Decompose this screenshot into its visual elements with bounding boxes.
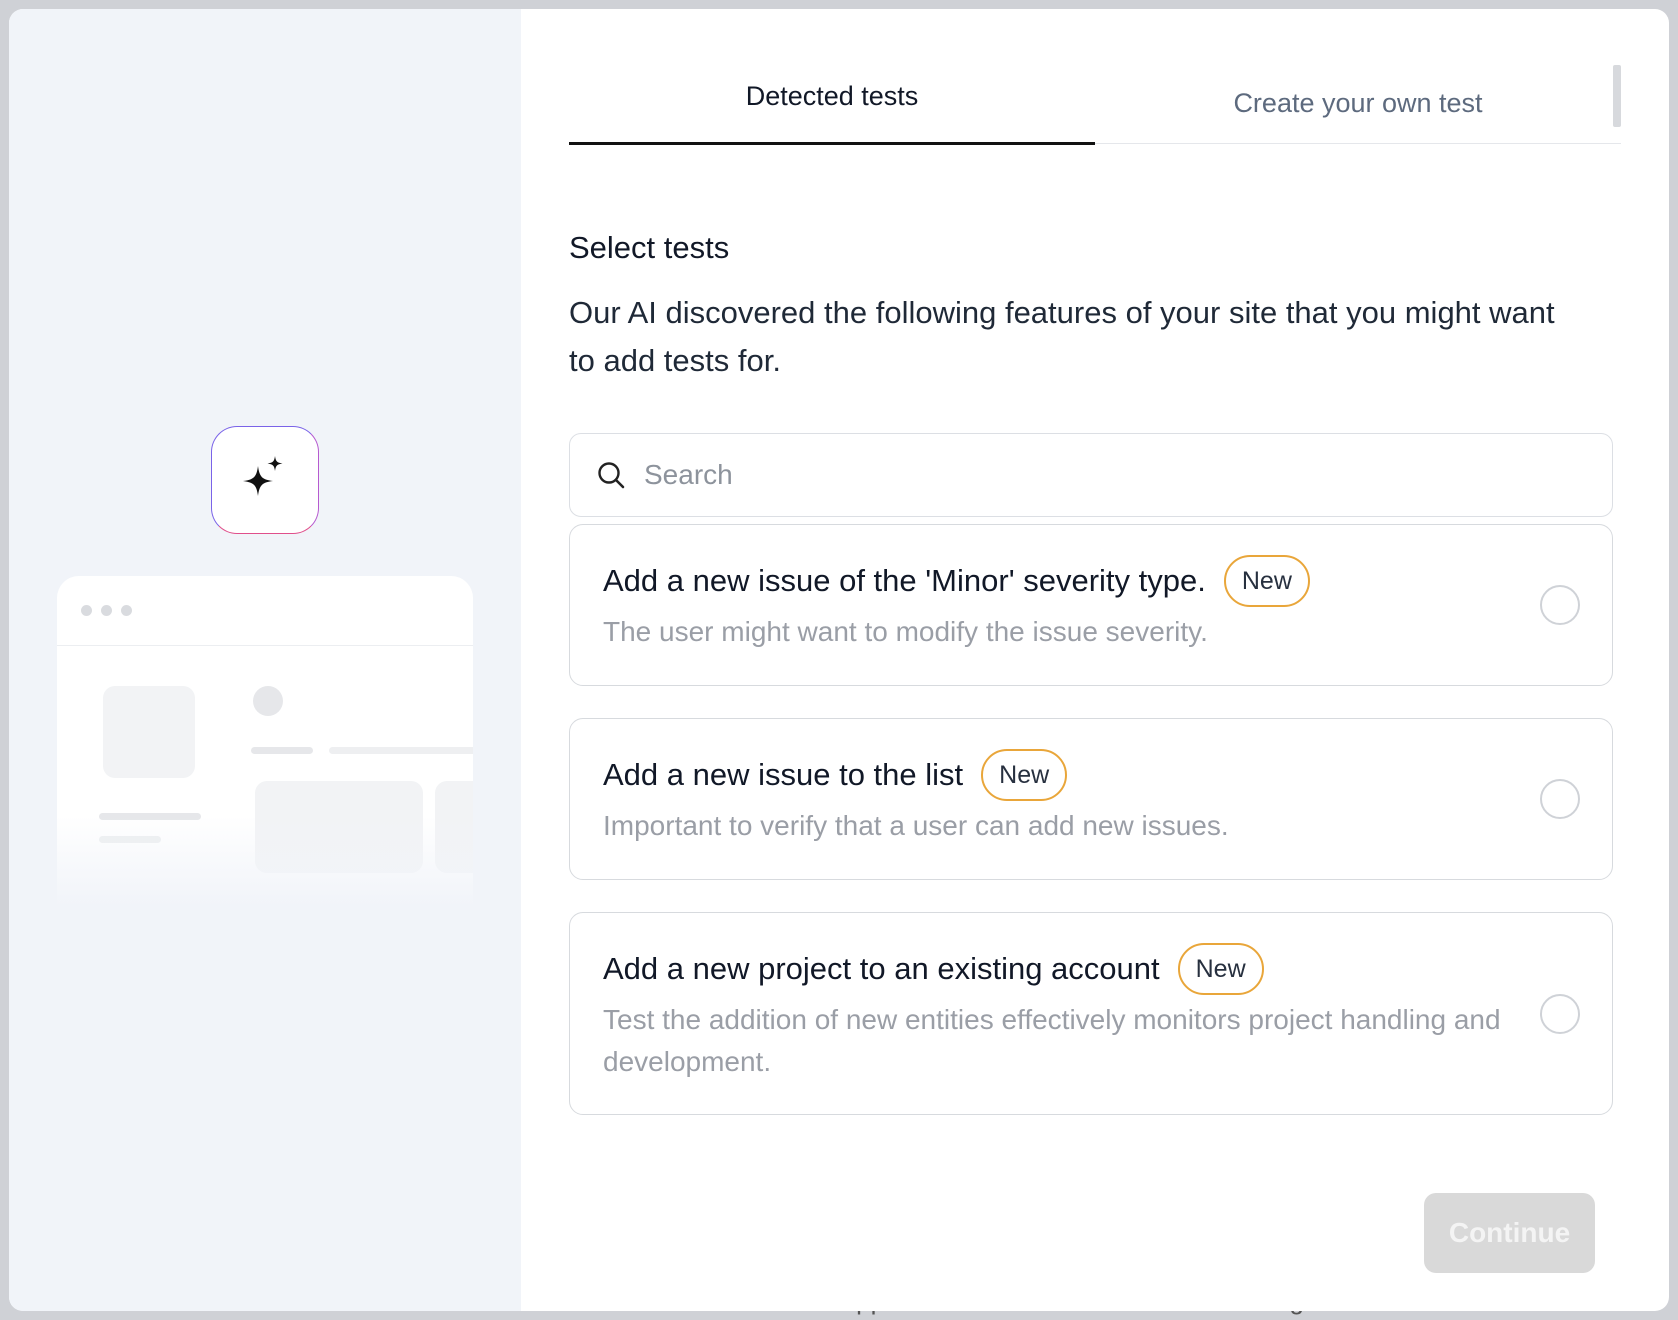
search-input[interactable] bbox=[644, 459, 1612, 491]
test-select-radio[interactable] bbox=[1540, 994, 1580, 1034]
mockup-fade bbox=[57, 816, 473, 906]
search-icon bbox=[598, 462, 625, 489]
select-tests-modal: Detected tests Create your own test Sele… bbox=[9, 9, 1669, 1311]
search-box bbox=[569, 433, 1613, 517]
placeholder-avatar bbox=[253, 686, 283, 716]
illustration-panel bbox=[9, 9, 521, 1311]
test-card-header: Add a new project to an existing account… bbox=[603, 943, 1264, 995]
test-card-header: Add a new issue to the list New bbox=[603, 749, 1068, 801]
test-description: Test the addition of new entities effect… bbox=[603, 1004, 1501, 1077]
test-card[interactable]: Add a new project to an existing account… bbox=[569, 912, 1613, 1115]
test-title: Add a new issue to the list bbox=[603, 757, 964, 792]
placeholder-line bbox=[329, 747, 473, 754]
window-dot bbox=[81, 605, 92, 616]
test-title: Add a new project to an existing account bbox=[603, 951, 1160, 986]
ai-badge bbox=[211, 426, 319, 534]
test-title: Add a new issue of the 'Minor' severity … bbox=[603, 563, 1206, 598]
test-card[interactable]: Add a new issue of the 'Minor' severity … bbox=[569, 524, 1613, 686]
test-select-radio[interactable] bbox=[1540, 585, 1580, 625]
test-description: Important to verify that a user can add … bbox=[603, 810, 1229, 841]
new-badge: New bbox=[981, 749, 1068, 801]
section-title: Select tests bbox=[569, 230, 730, 265]
window-dot bbox=[121, 605, 132, 616]
test-card-header: Add a new issue of the 'Minor' severity … bbox=[603, 555, 1310, 607]
tab-bar: Detected tests Create your own test bbox=[569, 57, 1621, 145]
test-select-radio[interactable] bbox=[1540, 779, 1580, 819]
tab-detected-tests[interactable]: Detected tests bbox=[569, 57, 1095, 145]
mockup-titlebar bbox=[57, 576, 473, 646]
content-panel: Detected tests Create your own test Sele… bbox=[521, 9, 1669, 1311]
section-description: Our AI discovered the following features… bbox=[569, 295, 1555, 378]
test-card[interactable]: Add a new issue to the list New Importan… bbox=[569, 718, 1613, 880]
placeholder-thumbnail bbox=[103, 686, 195, 778]
test-description: The user might want to modify the issue … bbox=[603, 616, 1208, 647]
browser-mockup bbox=[57, 576, 473, 906]
new-badge: New bbox=[1177, 943, 1264, 995]
window-dot bbox=[101, 605, 112, 616]
placeholder-line bbox=[251, 747, 313, 754]
continue-button[interactable]: Continue bbox=[1424, 1193, 1595, 1273]
sparkles-icon bbox=[243, 456, 283, 496]
tab-create-own-test[interactable]: Create your own test bbox=[1095, 57, 1621, 143]
tab-scrollbar[interactable] bbox=[1613, 65, 1621, 127]
new-badge: New bbox=[1223, 555, 1310, 607]
